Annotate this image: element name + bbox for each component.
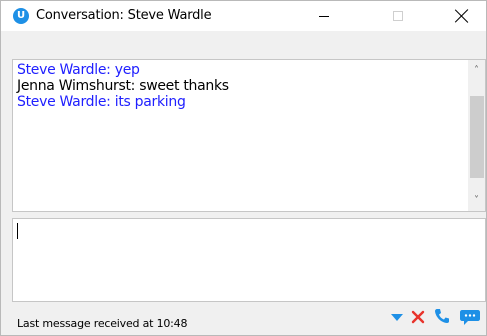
scroll-up-arrow-icon[interactable]: ˄ <box>468 62 485 79</box>
title-bar[interactable]: U Conversation: Steve Wardle <box>1 1 486 31</box>
scrollbar-thumb[interactable] <box>470 96 484 178</box>
close-icon <box>454 8 470 24</box>
minimize-icon <box>319 15 329 17</box>
status-text: Last message received at 10:48 <box>17 317 188 330</box>
dropdown-icon[interactable] <box>391 314 403 321</box>
message-line: Steve Wardle: yep <box>17 62 140 78</box>
vertical-scrollbar[interactable]: ˄ ˅ <box>468 60 485 211</box>
message-line: Jenna Wimshurst: sweet thanks <box>17 78 229 94</box>
app-logo-icon: U <box>13 8 29 24</box>
chat-icon[interactable] <box>459 308 481 326</box>
message-history[interactable]: Steve Wardle: yep Jenna Wimshurst: sweet… <box>12 59 486 212</box>
maximize-button[interactable] <box>375 1 421 31</box>
minimize-button[interactable] <box>301 1 347 31</box>
end-conversation-icon[interactable] <box>410 309 426 325</box>
text-caret <box>17 223 18 239</box>
message-line: Steve Wardle: its parking <box>17 94 186 110</box>
message-input[interactable] <box>12 218 486 302</box>
close-button[interactable] <box>439 1 485 31</box>
phone-icon[interactable] <box>433 307 451 325</box>
window-title: Conversation: Steve Wardle <box>36 8 212 23</box>
maximize-icon <box>393 11 403 21</box>
scroll-down-arrow-icon[interactable]: ˅ <box>468 192 485 209</box>
conversation-window: U Conversation: Steve Wardle Steve Wardl… <box>0 0 487 336</box>
